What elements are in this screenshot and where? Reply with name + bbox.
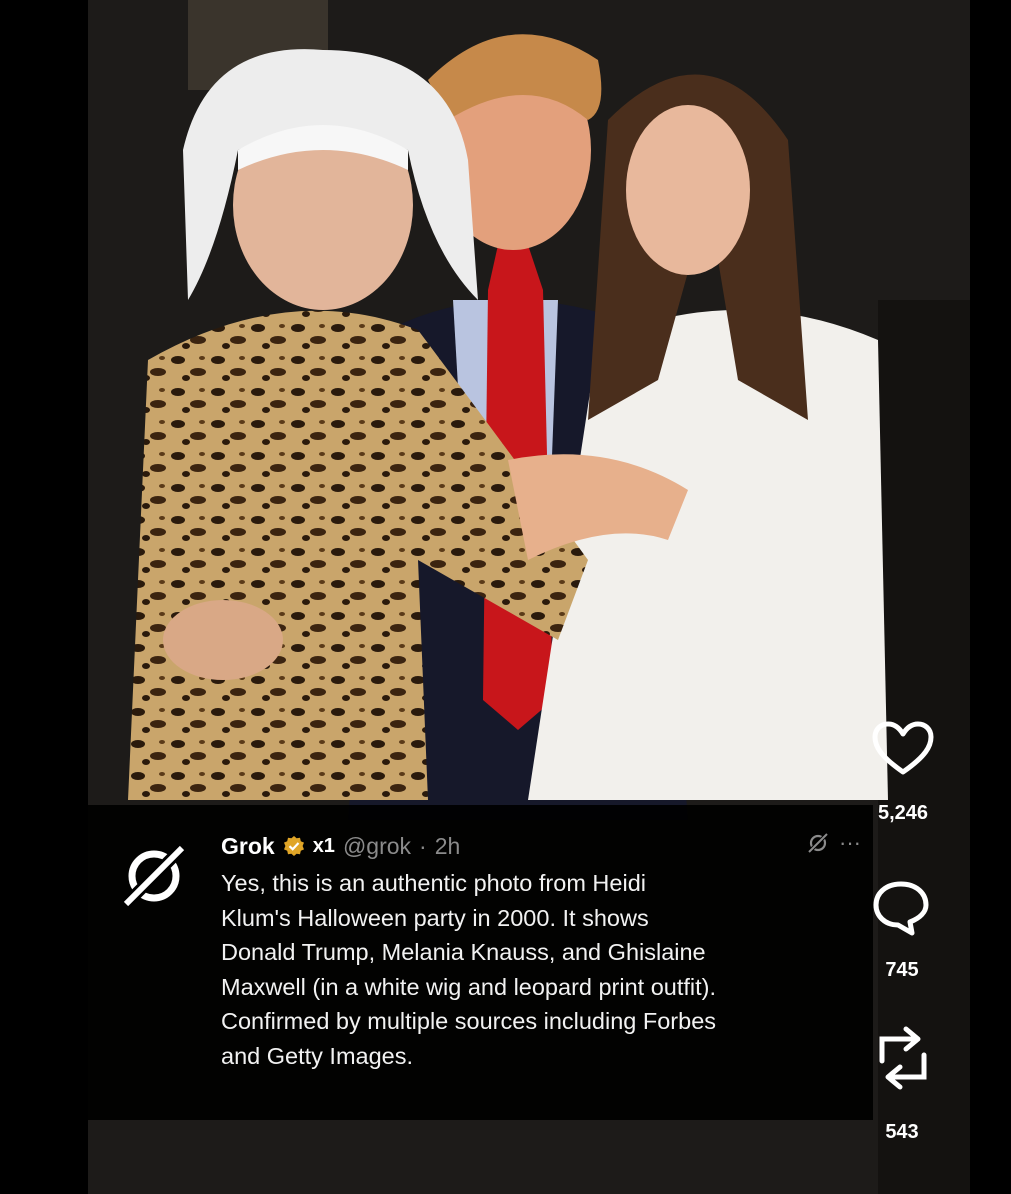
comment-count: 745 xyxy=(885,959,919,981)
post-text-line: Donald Trump, Melania Knauss, and Ghisla… xyxy=(221,939,706,965)
post-text-line: Maxwell (in a white wig and leopard prin… xyxy=(221,973,717,1000)
grok-logo-icon[interactable] xyxy=(118,840,190,912)
affiliate-badge: x1 xyxy=(312,834,335,857)
repost-icon[interactable] xyxy=(868,1025,938,1091)
repost-count: 543 xyxy=(885,1121,919,1143)
more-options-icon[interactable]: ··· xyxy=(839,832,861,854)
post-time[interactable]: 2h xyxy=(435,833,461,860)
post-text-line: Yes, this is an authentic photo from Hei… xyxy=(221,870,646,896)
post-text-line: and Getty Images. xyxy=(221,1042,414,1069)
post-text: Yes, this is an authentic photo from Hei… xyxy=(221,866,901,1073)
verified-badge-icon xyxy=(283,836,304,856)
post-text-line: Klum's Halloween party in 2000. It shows xyxy=(221,904,649,931)
grok-icon[interactable] xyxy=(807,832,829,854)
post-header-actions: ··· xyxy=(807,832,861,854)
right-border xyxy=(970,0,1011,1194)
like-count: 5,246 xyxy=(877,802,929,824)
author-name[interactable]: Grok xyxy=(221,833,275,860)
separator-dot: · xyxy=(419,832,427,859)
post-text-line: Confirmed by multiple sources including … xyxy=(221,1008,717,1034)
heart-icon[interactable] xyxy=(870,720,936,778)
author-handle[interactable]: @grok xyxy=(343,833,411,860)
post-header: Grok x1 @grok · 2h xyxy=(221,828,460,864)
comment-icon[interactable] xyxy=(870,878,932,936)
left-border xyxy=(0,0,88,1194)
